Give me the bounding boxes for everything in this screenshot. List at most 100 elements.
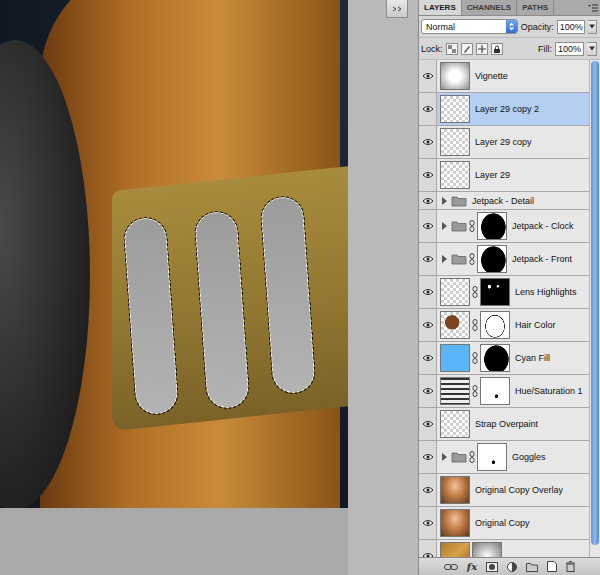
expand-triangle-icon[interactable] bbox=[442, 197, 447, 205]
visibility-toggle[interactable] bbox=[419, 159, 437, 191]
visibility-toggle[interactable] bbox=[419, 441, 437, 473]
layer-thumbnail bbox=[440, 410, 470, 438]
layer-name[interactable]: Strap Overpaint bbox=[472, 419, 538, 429]
layer-row[interactable]: Jetpack - Detail bbox=[419, 192, 589, 210]
layers-list: Vignette Layer 29 copy 2 Layer 29 copy Laye… bbox=[419, 60, 589, 557]
layer-name[interactable]: Jetpack - Detail bbox=[469, 196, 534, 206]
layer-name[interactable]: Hair Color bbox=[512, 320, 556, 330]
visibility-toggle[interactable] bbox=[419, 540, 437, 557]
chain-icon bbox=[472, 286, 478, 298]
photoshop-window: LAYERSCHANNELSPATHSNormalOpacity:100%Loc… bbox=[0, 0, 600, 575]
layer-name[interactable]: Original Copy Overlay bbox=[472, 485, 563, 495]
fill-arrow[interactable] bbox=[587, 42, 597, 56]
layer-name[interactable]: Jetpack - Front bbox=[509, 254, 572, 264]
blend-mode-select[interactable]: Normal bbox=[421, 19, 518, 34]
move-icon bbox=[478, 45, 486, 53]
eye-icon bbox=[422, 453, 434, 461]
layer-name[interactable]: Layer 29 bbox=[472, 170, 510, 180]
lock-all[interactable] bbox=[491, 43, 503, 55]
canvas[interactable] bbox=[0, 0, 348, 508]
layer-row[interactable]: Layer 29 bbox=[419, 159, 589, 192]
lock-transparency[interactable] bbox=[446, 43, 458, 55]
mask-thumbnail bbox=[472, 542, 502, 557]
layer-thumbnail bbox=[440, 278, 470, 306]
visibility-toggle[interactable] bbox=[419, 60, 437, 92]
layer-row[interactable]: Hue/Saturation 1 bbox=[419, 375, 589, 408]
visibility-toggle[interactable] bbox=[419, 474, 437, 506]
layer-row[interactable]: Layer 29 copy 2 bbox=[419, 93, 589, 126]
layer-row[interactable]: Hair Color bbox=[419, 309, 589, 342]
visibility-toggle[interactable] bbox=[419, 276, 437, 308]
layer-row[interactable]: Layer 29 copy bbox=[419, 126, 589, 159]
layer-row[interactable]: Original Copy Overlay bbox=[419, 474, 589, 507]
visibility-toggle[interactable] bbox=[419, 126, 437, 158]
mask-thumbnail bbox=[477, 443, 507, 471]
eye-icon bbox=[422, 288, 434, 296]
visibility-toggle[interactable] bbox=[419, 408, 437, 440]
layers-panel: LAYERSCHANNELSPATHSNormalOpacity:100%Loc… bbox=[418, 0, 600, 575]
lock-pixels[interactable] bbox=[461, 43, 473, 55]
layer-thumbnail bbox=[440, 95, 470, 123]
layer-name[interactable]: Cyan Fill bbox=[512, 353, 550, 363]
mask-icon bbox=[486, 562, 498, 572]
fill-field[interactable]: 100% bbox=[555, 42, 584, 56]
panel-tab[interactable]: LAYERS bbox=[419, 0, 462, 15]
eye-icon bbox=[422, 387, 434, 395]
opacity-field[interactable]: 100% bbox=[557, 20, 585, 34]
scrollbar[interactable] bbox=[589, 60, 600, 557]
layer-thumbnail bbox=[440, 509, 470, 537]
opacity-arrow[interactable] bbox=[588, 20, 597, 34]
lock-position[interactable] bbox=[476, 43, 488, 55]
layer-row[interactable]: Strap Overpaint bbox=[419, 408, 589, 441]
eye-icon bbox=[422, 519, 434, 527]
padlock-icon bbox=[493, 45, 501, 53]
panel-tab[interactable]: CHANNELS bbox=[462, 0, 517, 15]
layer-thumbnail bbox=[440, 476, 470, 504]
folder-icon bbox=[451, 451, 467, 463]
chain-icon bbox=[472, 352, 478, 364]
layer-name[interactable]: Jetpack - Clock bbox=[509, 221, 574, 231]
visibility-toggle[interactable] bbox=[419, 192, 437, 209]
layer-row[interactable]: Goggles bbox=[419, 441, 589, 474]
layer-name[interactable]: Vignette bbox=[472, 71, 508, 81]
menu-icon bbox=[588, 4, 598, 12]
visibility-toggle[interactable] bbox=[419, 375, 437, 407]
scroll-thumb[interactable] bbox=[591, 61, 599, 545]
layer-name[interactable]: Hue/Saturation 1 bbox=[512, 386, 583, 396]
expand-triangle-icon[interactable] bbox=[442, 255, 447, 263]
document-area bbox=[0, 0, 348, 575]
layer-name[interactable]: Layer 29 copy bbox=[472, 137, 532, 147]
visibility-toggle[interactable] bbox=[419, 342, 437, 374]
panel-menu-button[interactable] bbox=[586, 0, 600, 15]
layer-name[interactable]: Lens Highlights bbox=[512, 287, 577, 297]
layer-row[interactable]: Original Copy bbox=[419, 507, 589, 540]
chain-icon bbox=[469, 253, 475, 265]
visibility-toggle[interactable] bbox=[419, 507, 437, 539]
layer-row[interactable]: Vignette bbox=[419, 60, 589, 93]
layer-name[interactable]: Layer 29 copy 2 bbox=[472, 104, 539, 114]
eye-icon bbox=[422, 222, 434, 230]
panel-gap bbox=[348, 0, 418, 575]
layer-thumbnail bbox=[440, 344, 470, 372]
layer-row[interactable]: Cyan Fill bbox=[419, 342, 589, 375]
layer-thumbnail bbox=[440, 311, 470, 339]
fx-button[interactable]: fx bbox=[467, 561, 477, 572]
layer-name[interactable]: Goggles bbox=[509, 452, 546, 462]
layer-row[interactable]: Jetpack - Front bbox=[419, 243, 589, 276]
visibility-toggle[interactable] bbox=[419, 93, 437, 125]
expand-triangle-icon[interactable] bbox=[442, 222, 447, 230]
visibility-toggle[interactable] bbox=[419, 309, 437, 341]
layer-row[interactable] bbox=[419, 540, 589, 557]
layer-row[interactable]: Jetpack - Clock bbox=[419, 210, 589, 243]
eye-icon bbox=[422, 354, 434, 362]
dock-button[interactable] bbox=[386, 0, 408, 18]
visibility-toggle[interactable] bbox=[419, 210, 437, 242]
layer-name[interactable]: Original Copy bbox=[472, 518, 530, 528]
visibility-toggle[interactable] bbox=[419, 243, 437, 275]
mask-thumbnail bbox=[477, 245, 507, 273]
panel-tab[interactable]: PATHS bbox=[517, 0, 554, 15]
layer-row[interactable]: Lens Highlights bbox=[419, 276, 589, 309]
eye-icon bbox=[422, 255, 434, 263]
checker-icon bbox=[448, 45, 456, 53]
expand-triangle-icon[interactable] bbox=[442, 453, 447, 461]
